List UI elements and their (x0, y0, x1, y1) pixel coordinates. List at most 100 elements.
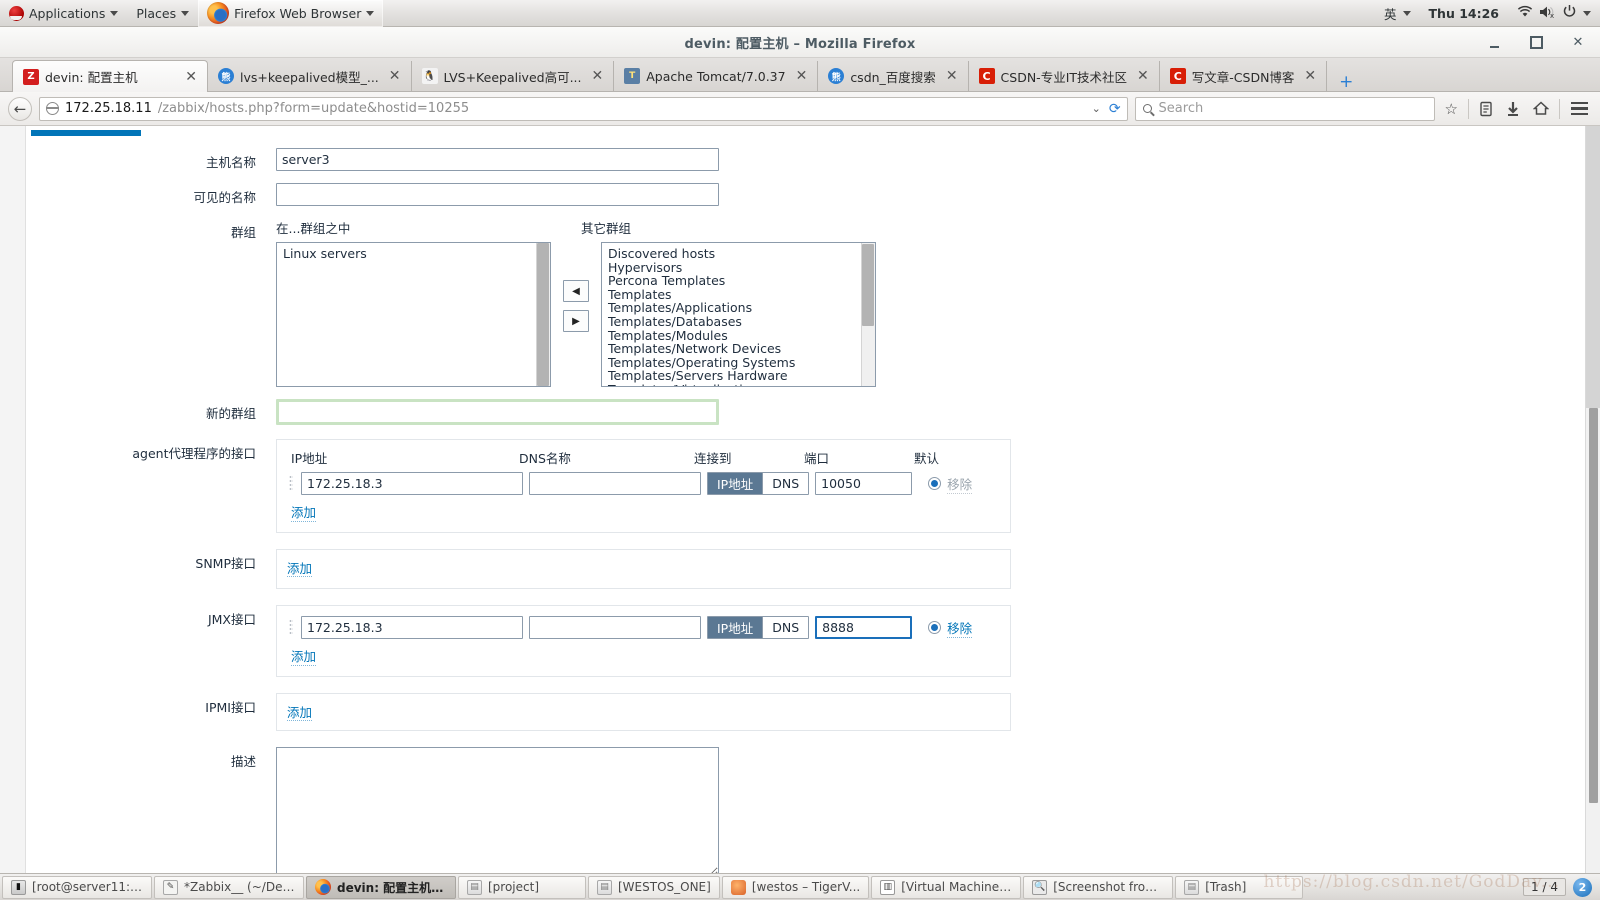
svg-text:x: x (1550, 12, 1554, 19)
hamburger-menu-icon[interactable] (1567, 101, 1592, 116)
other-groups-listbox[interactable]: Discovered hosts Hypervisors Percona Tem… (601, 242, 876, 387)
agent-ip-input[interactable] (301, 472, 523, 495)
jmx-dns-input[interactable] (529, 616, 701, 639)
browser-tab-6[interactable]: C 写文章-CSDN博客 ✕ (1160, 61, 1328, 91)
maximize-button[interactable] (1528, 35, 1544, 51)
list-item[interactable]: Templates/Databases (602, 315, 875, 329)
list-item[interactable]: Hypervisors (602, 260, 875, 275)
jmx-ip-input[interactable] (301, 616, 523, 639)
jmx-add-link[interactable]: 添加 (291, 646, 317, 666)
places-menu[interactable]: Places (127, 0, 198, 27)
toggle-option-ip[interactable]: IP地址 (708, 473, 763, 494)
tab-title: csdn_百度搜索 (850, 69, 936, 85)
in-groups-scrollbar[interactable] (536, 243, 550, 386)
tab-close-icon[interactable]: ✕ (181, 70, 201, 84)
list-item[interactable]: Templates/Network Devices (602, 342, 875, 356)
list-item[interactable]: Discovered hosts (602, 247, 875, 261)
list-item[interactable]: Templates/Applications (602, 301, 875, 315)
snmp-interface-panel: 添加 (276, 549, 1011, 589)
host-name-input[interactable] (276, 148, 719, 171)
scrollbar-track-top[interactable] (1586, 126, 1600, 408)
close-button[interactable]: ✕ (1570, 35, 1586, 51)
star-icon[interactable]: ☆ (1442, 100, 1461, 118)
tab-close-icon[interactable]: ✕ (792, 69, 812, 83)
taskbar-item-terminal[interactable]: ▮ [root@server11:/... (2, 875, 152, 899)
taskbar-item-westos-one[interactable]: ▤ [WESTOS_ONE] (588, 875, 720, 899)
list-item[interactable]: Templates (602, 288, 875, 302)
chevron-down-icon[interactable]: ⌄ (1092, 102, 1101, 115)
groups-dual-list: Linux servers ◀ ▶ Discovered hosts Hyper… (276, 242, 1006, 387)
tab-close-icon[interactable]: ✕ (1133, 69, 1153, 83)
arrow-right-icon[interactable]: ▶ (563, 310, 589, 332)
ipmi-add-link[interactable]: 添加 (287, 705, 313, 721)
description-textarea[interactable] (276, 747, 719, 873)
other-groups-scrollbar[interactable] (861, 243, 875, 386)
browser-tab-4[interactable]: 熊 csdn_百度搜索 ✕ (818, 61, 969, 91)
browser-tab-1[interactable]: 熊 lvs+keepalived模型_... ✕ (208, 61, 412, 91)
list-item[interactable]: Percona Templates (602, 274, 875, 288)
jmx-default-radio[interactable] (928, 621, 942, 634)
arrow-left-icon[interactable]: ◀ (563, 280, 589, 302)
taskbar-item-project[interactable]: ▤ [project] (458, 875, 586, 899)
toggle-option-ip[interactable]: IP地址 (708, 617, 763, 638)
toggle-option-dns[interactable]: DNS (762, 617, 809, 638)
agent-dns-input[interactable] (529, 472, 701, 495)
taskbar-item-label: [project] (488, 880, 540, 894)
download-arrow-icon[interactable] (1503, 101, 1523, 117)
ip-column-header: IP地址 (291, 451, 328, 466)
snmp-add-link[interactable]: 添加 (287, 561, 313, 577)
new-group-input[interactable] (276, 399, 719, 425)
agent-default-radio[interactable] (928, 477, 942, 490)
connect-to-column-header: 连接到 (694, 451, 732, 466)
scrollbar-thumb[interactable] (1589, 408, 1598, 803)
power-icon (1562, 4, 1577, 22)
minimize-button[interactable] (1486, 35, 1502, 51)
browser-tab-3[interactable]: T Apache Tomcat/7.0.37 ✕ (614, 61, 819, 91)
page-vertical-scrollbar[interactable] (1585, 126, 1600, 873)
clock[interactable]: Thu 14:26 (1420, 0, 1508, 27)
reader-list-icon[interactable] (1476, 101, 1496, 117)
list-item[interactable]: Templates/Virtualization (602, 383, 875, 386)
agent-remove-link[interactable]: 移除 (947, 474, 973, 494)
drag-handle-icon[interactable] (287, 617, 295, 639)
agent-add-link[interactable]: 添加 (291, 502, 317, 522)
list-item[interactable]: Linux servers (277, 247, 550, 261)
taskbar-item-firefox[interactable]: devin: 配置主机 – ... (306, 875, 456, 899)
in-groups-listbox[interactable]: Linux servers (276, 242, 551, 387)
list-item[interactable]: Templates/Operating Systems (602, 356, 875, 370)
active-form-tab-indicator (31, 130, 141, 136)
drag-handle-icon[interactable] (287, 473, 295, 495)
agent-port-input[interactable] (815, 472, 913, 495)
scrollbar-thumb[interactable] (862, 244, 874, 326)
taskbar-item-virtual-machine[interactable]: ▥ [Virtual Machine ... (871, 875, 1022, 899)
url-bar[interactable]: 172.25.18.11 /zabbix/hosts.php?form=upda… (39, 96, 1128, 121)
tab-close-icon[interactable]: ✕ (1300, 69, 1320, 83)
toggle-option-dns[interactable]: DNS (762, 473, 809, 494)
list-item[interactable]: Templates/Servers Hardware (602, 369, 875, 383)
system-status-menu[interactable]: x (1508, 0, 1600, 27)
jmx-port-input[interactable] (815, 616, 913, 639)
browser-tab-5[interactable]: C CSDN-专业IT技术社区 ✕ (969, 61, 1160, 91)
new-tab-button[interactable]: + (1327, 74, 1365, 91)
search-bar[interactable]: Search (1134, 96, 1435, 121)
back-arrow-icon[interactable]: ← (8, 96, 32, 121)
visible-name-input[interactable] (276, 183, 719, 206)
browser-tab-0[interactable]: Z devin: 配置主机 ✕ (12, 60, 208, 92)
tab-close-icon[interactable]: ✕ (385, 69, 405, 83)
browser-tab-2[interactable]: 🐧 LVS+Keepalived高可... ✕ (412, 61, 615, 91)
active-application-menu[interactable]: Firefox Web Browser (198, 0, 384, 27)
input-method-indicator[interactable]: 英 (1375, 0, 1420, 27)
scrollbar-thumb[interactable] (537, 243, 549, 386)
tab-close-icon[interactable]: ✕ (588, 69, 608, 83)
taskbar-item-gedit[interactable]: ✎ *Zabbix__ (~/Desk... (154, 875, 304, 899)
reload-icon[interactable]: ⟳ (1109, 101, 1121, 117)
other-groups-header: 其它群组 (581, 221, 632, 236)
list-item[interactable]: Templates/Modules (602, 328, 875, 343)
jmx-remove-link[interactable]: 移除 (947, 618, 973, 638)
tab-close-icon[interactable]: ✕ (942, 69, 962, 83)
taskbar-item-tigervnc[interactable]: [westos – TigerV... (721, 875, 870, 899)
workspace-indicator[interactable]: 2 (1573, 877, 1592, 897)
home-icon[interactable] (1530, 101, 1552, 116)
applications-menu[interactable]: Applications (0, 0, 127, 27)
taskbar-item-screenshot[interactable]: 🔍 [Screenshot from ... (1023, 875, 1174, 899)
